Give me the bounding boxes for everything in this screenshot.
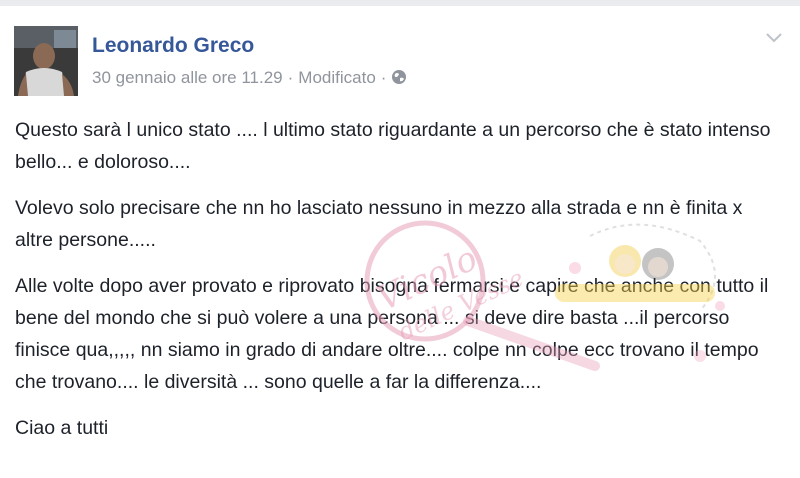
edited-label[interactable]: Modificato xyxy=(298,68,375,87)
meta-separator: · xyxy=(287,68,294,87)
avatar[interactable] xyxy=(14,26,78,96)
globe-icon[interactable] xyxy=(391,69,407,90)
post-paragraph: Questo sarà l unico stato .... l ultimo … xyxy=(15,119,771,173)
post-meta: 30 gennaio alle ore 11.29 · Modificato · xyxy=(92,68,407,90)
chevron-down-icon[interactable] xyxy=(764,30,784,46)
author-name-link[interactable]: Leonardo Greco xyxy=(92,34,254,58)
post-paragraph: Alle volte dopo aver provato e riprovato… xyxy=(15,275,769,393)
post-body: Questo sarà l unico stato .... l ultimo … xyxy=(15,114,785,458)
facebook-post: Leonardo Greco 30 gennaio alle ore 11.29… xyxy=(0,6,800,478)
post-paragraph: Ciao a tutti xyxy=(15,417,109,439)
meta-separator: · xyxy=(380,68,387,87)
post-timestamp[interactable]: 30 gennaio alle ore 11.29 xyxy=(92,68,283,87)
post-paragraph: Volevo solo precisare che nn ho lasciato… xyxy=(15,197,743,251)
